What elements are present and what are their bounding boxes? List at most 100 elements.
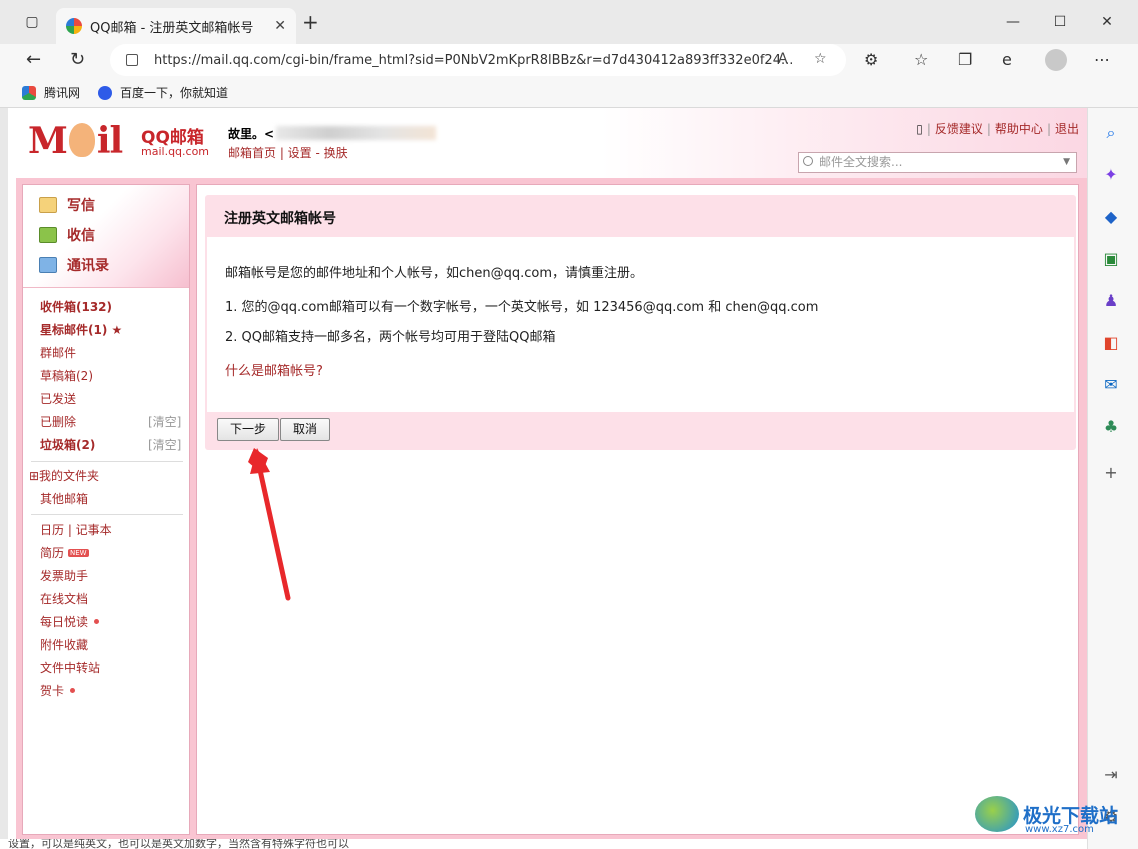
bottom-cut-text: 设置，可以是纯英文，也可以是英文加数字，当然含有特殊字符也可以	[0, 839, 1087, 849]
user-links[interactable]: 邮箱首页 | 设置 - 换肤	[228, 144, 348, 161]
contacts-icon	[39, 257, 57, 273]
search-icon	[803, 156, 813, 166]
top-links: ▯ | 反馈建议 | 帮助中心 | 退出	[916, 122, 1079, 136]
inbox-download-icon	[39, 227, 57, 243]
left-edge	[0, 108, 8, 849]
point-2: 2. QQ邮箱支持一邮多名，两个帐号均可用于登陆QQ邮箱	[225, 330, 556, 345]
edge-sidebar: ⌕ ✦ ◆ ▣ ♟ ◧ ✉ ♣ + ⇥ ⚙	[1087, 108, 1138, 849]
chevron-down-icon[interactable]: ▼	[1063, 153, 1070, 172]
tree-icon[interactable]: ♣	[1100, 416, 1122, 438]
outlook-icon[interactable]: ✉	[1100, 374, 1122, 396]
mail-header: Mil QQ邮箱 mail.qq.com 故里。< 邮箱首页 | 设置 - 换肤…	[8, 108, 1087, 178]
tool-file-transfer[interactable]: 文件中转站	[40, 659, 100, 676]
baidu-paw-icon	[98, 85, 112, 100]
help-link[interactable]: 帮助中心	[995, 122, 1043, 136]
left-nav: 写信 收信 通讯录 收件箱(132) 星标邮件(1) ★ 群邮件 草稿箱(2) …	[22, 184, 190, 835]
shopping-tag-icon[interactable]: ◆	[1100, 206, 1122, 228]
phone-icon[interactable]: ▯	[916, 122, 923, 136]
my-folders[interactable]: ⊞我的文件夹	[29, 467, 99, 484]
intro-text: 邮箱帐号是您的邮件地址和个人帐号，如chen@qq.com，请慎重注册。	[225, 266, 644, 281]
point-1: 1. 您的@qq.com邮箱可以有一个数字帐号，一个英文帐号，如 123456@…	[225, 300, 819, 315]
new-badge: NEW	[68, 549, 89, 557]
logout-link[interactable]: 退出	[1055, 122, 1079, 136]
folder-group[interactable]: 群邮件	[40, 344, 76, 361]
browser-window: ▢ QQ邮箱 - 注册英文邮箱帐号 ✕ + — ☐ ✕ ← ↻ https://…	[0, 0, 1138, 849]
tool-daily-read[interactable]: 每日悦读	[40, 613, 100, 630]
bookmark-tencent[interactable]: 腾讯网	[22, 84, 80, 101]
page-title: 注册英文邮箱帐号	[224, 211, 336, 227]
folder-drafts[interactable]: 草稿箱(2)	[40, 367, 93, 384]
watermark-url: www.xz7.com	[1025, 824, 1094, 835]
games-icon[interactable]: ♟	[1100, 290, 1122, 312]
collections-icon[interactable]: ❐	[958, 50, 972, 69]
bookmark-baidu[interactable]: 百度一下，你就知道	[98, 84, 228, 101]
tool-greeting-card[interactable]: 贺卡	[40, 682, 76, 699]
bookmarks-bar: 腾讯网 百度一下，你就知道	[0, 76, 1138, 108]
other-mail[interactable]: 其他邮箱	[40, 490, 88, 507]
unread-dot	[70, 688, 76, 693]
cancel-button[interactable]: 取消	[280, 418, 330, 441]
tools-icon[interactable]: ▣	[1100, 248, 1122, 270]
more-menu-icon[interactable]: ⋯	[1094, 50, 1110, 69]
sidebar-toggle-icon[interactable]: ⇥	[1100, 764, 1122, 786]
back-icon[interactable]: ←	[26, 50, 41, 70]
search-placeholder: 邮件全文搜索...	[819, 155, 903, 169]
mail-logo[interactable]: Mil	[28, 120, 123, 162]
read-aloud-icon[interactable]: A	[778, 51, 788, 67]
tool-attachments[interactable]: 附件收藏	[40, 636, 88, 653]
folder-spam[interactable]: 垃圾箱(2) [清空]	[40, 436, 181, 453]
tool-resume[interactable]: 简历 NEW	[40, 544, 89, 561]
clear-deleted-link[interactable]: [清空]	[148, 413, 181, 430]
tool-docs[interactable]: 在线文档	[40, 590, 88, 607]
watermark-logo-icon	[975, 796, 1019, 832]
compose-button[interactable]: 写信	[39, 195, 95, 215]
refresh-icon[interactable]: ↻	[70, 50, 85, 70]
calendar-notes[interactable]: 日历 | 记事本	[40, 521, 112, 538]
add-icon[interactable]: +	[1100, 462, 1122, 484]
new-tab-icon[interactable]: +	[302, 12, 319, 32]
feedback-link[interactable]: 反馈建议	[935, 122, 983, 136]
register-content: 邮箱帐号是您的邮件地址和个人帐号，如chen@qq.com，请慎重注册。 1. …	[207, 237, 1074, 412]
browser-tab[interactable]: QQ邮箱 - 注册英文邮箱帐号 ✕	[56, 8, 296, 44]
search-icon[interactable]: ⌕	[1100, 122, 1122, 144]
web-content: Mil QQ邮箱 mail.qq.com 故里。< 邮箱首页 | 设置 - 换肤…	[8, 108, 1087, 849]
extensions-icon[interactable]: ⚙	[864, 50, 878, 69]
url-field[interactable]: https://mail.qq.com/cgi-bin/frame_html?s…	[110, 44, 846, 76]
tencent-icon	[22, 85, 36, 100]
folder-sent[interactable]: 已发送	[40, 390, 76, 407]
favorites-icon[interactable]: ☆	[914, 50, 928, 69]
search-input[interactable]: 邮件全文搜索... ▼	[798, 152, 1077, 173]
tab-title: QQ邮箱 - 注册英文邮箱帐号	[90, 20, 254, 36]
qq-favicon-icon	[66, 18, 82, 34]
folder-inbox[interactable]: 收件箱(132)	[40, 298, 112, 315]
lock-icon	[126, 54, 138, 66]
url-text: https://mail.qq.com/cgi-bin/frame_html?s…	[154, 52, 794, 68]
red-arrow-annotation	[248, 448, 291, 601]
help-account-link[interactable]: 什么是邮箱帐号?	[225, 360, 323, 379]
blurred-email	[276, 126, 436, 140]
watermark: 极光下载站 www.xz7.com	[975, 796, 1118, 835]
ie-mode-icon[interactable]: e	[1002, 50, 1012, 69]
tab-bar: ▢ QQ邮箱 - 注册英文邮箱帐号 ✕ + — ☐ ✕	[0, 0, 1138, 44]
contacts-button[interactable]: 通讯录	[39, 255, 109, 275]
copilot-icon[interactable]: ✦	[1100, 164, 1122, 186]
tab-actions-icon[interactable]: ▢	[22, 13, 42, 31]
tool-invoice[interactable]: 发票助手	[40, 567, 88, 584]
profile-avatar[interactable]	[1045, 49, 1067, 71]
favorite-add-icon[interactable]: ☆	[814, 51, 827, 67]
office-icon[interactable]: ◧	[1100, 332, 1122, 354]
folder-deleted[interactable]: 已删除 [清空]	[40, 413, 181, 430]
next-button[interactable]: 下一步	[217, 418, 279, 441]
maximize-icon[interactable]: ☐	[1050, 13, 1070, 31]
close-window-icon[interactable]: ✕	[1097, 13, 1117, 31]
register-box: 注册英文邮箱帐号 邮箱帐号是您的邮件地址和个人帐号，如chen@qq.com，请…	[205, 195, 1076, 450]
clear-spam-link[interactable]: [清空]	[148, 436, 181, 453]
minimize-icon[interactable]: —	[1003, 13, 1023, 31]
folder-starred[interactable]: 星标邮件(1) ★	[40, 321, 122, 338]
main-panel: 注册英文邮箱帐号 邮箱帐号是您的邮件地址和个人帐号，如chen@qq.com，请…	[196, 184, 1079, 835]
brand-domain: mail.qq.com	[141, 145, 210, 158]
unread-dot	[94, 619, 100, 624]
user-name: 故里。<	[228, 127, 275, 141]
close-tab-icon[interactable]: ✕	[274, 18, 286, 34]
receive-button[interactable]: 收信	[39, 225, 95, 245]
